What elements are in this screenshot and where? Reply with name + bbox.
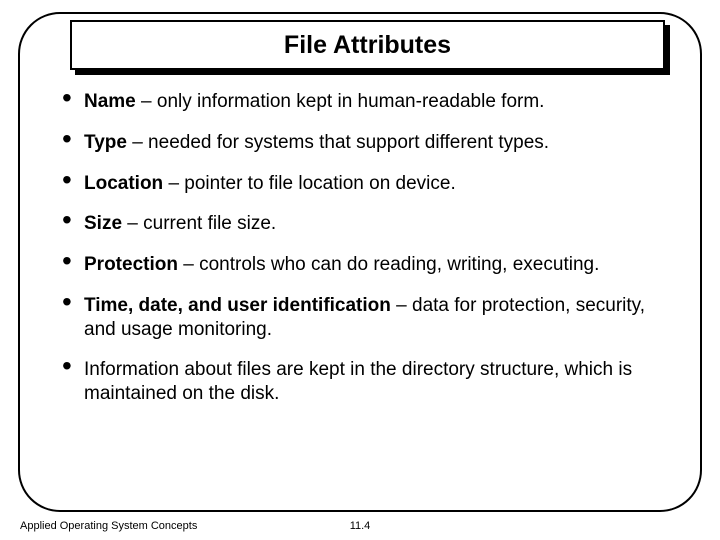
bullet-bold: Location bbox=[84, 173, 163, 194]
footer-page-number: 11.4 bbox=[350, 520, 371, 532]
bullet-bold: Name bbox=[84, 91, 136, 112]
bullet-text: – only information kept in human-readabl… bbox=[136, 91, 545, 112]
list-item: Name – only information kept in human-re… bbox=[62, 90, 672, 114]
bullet-bold: Time, date, and user identification bbox=[84, 295, 391, 316]
bullet-text: – current file size. bbox=[122, 213, 276, 234]
bullet-text: – controls who can do reading, writing, … bbox=[178, 254, 599, 275]
bullet-text: – pointer to file location on device. bbox=[163, 173, 456, 194]
footer: Applied Operating System Concepts 11.4 bbox=[18, 516, 702, 534]
list-item: Type – needed for systems that support d… bbox=[62, 131, 672, 155]
list-item: Size – current file size. bbox=[62, 212, 672, 236]
bullet-text: – needed for systems that support differ… bbox=[127, 132, 549, 153]
list-item: Information about files are kept in the … bbox=[62, 358, 672, 406]
title-box: File Attributes bbox=[70, 20, 665, 70]
bullet-text: Information about files are kept in the … bbox=[84, 359, 632, 404]
slide-title: File Attributes bbox=[284, 31, 451, 60]
list-item: Time, date, and user identification – da… bbox=[62, 294, 672, 342]
list-item: Protection – controls who can do reading… bbox=[62, 253, 672, 277]
content-area: Name – only information kept in human-re… bbox=[62, 90, 672, 500]
slide: File Attributes Name – only information … bbox=[0, 0, 720, 540]
title-container: File Attributes bbox=[70, 20, 665, 70]
footer-left-text: Applied Operating System Concepts bbox=[20, 520, 197, 532]
list-item: Location – pointer to file location on d… bbox=[62, 172, 672, 196]
bullet-bold: Size bbox=[84, 213, 122, 234]
bullet-bold: Protection bbox=[84, 254, 178, 275]
bullet-list: Name – only information kept in human-re… bbox=[62, 90, 672, 406]
bullet-bold: Type bbox=[84, 132, 127, 153]
